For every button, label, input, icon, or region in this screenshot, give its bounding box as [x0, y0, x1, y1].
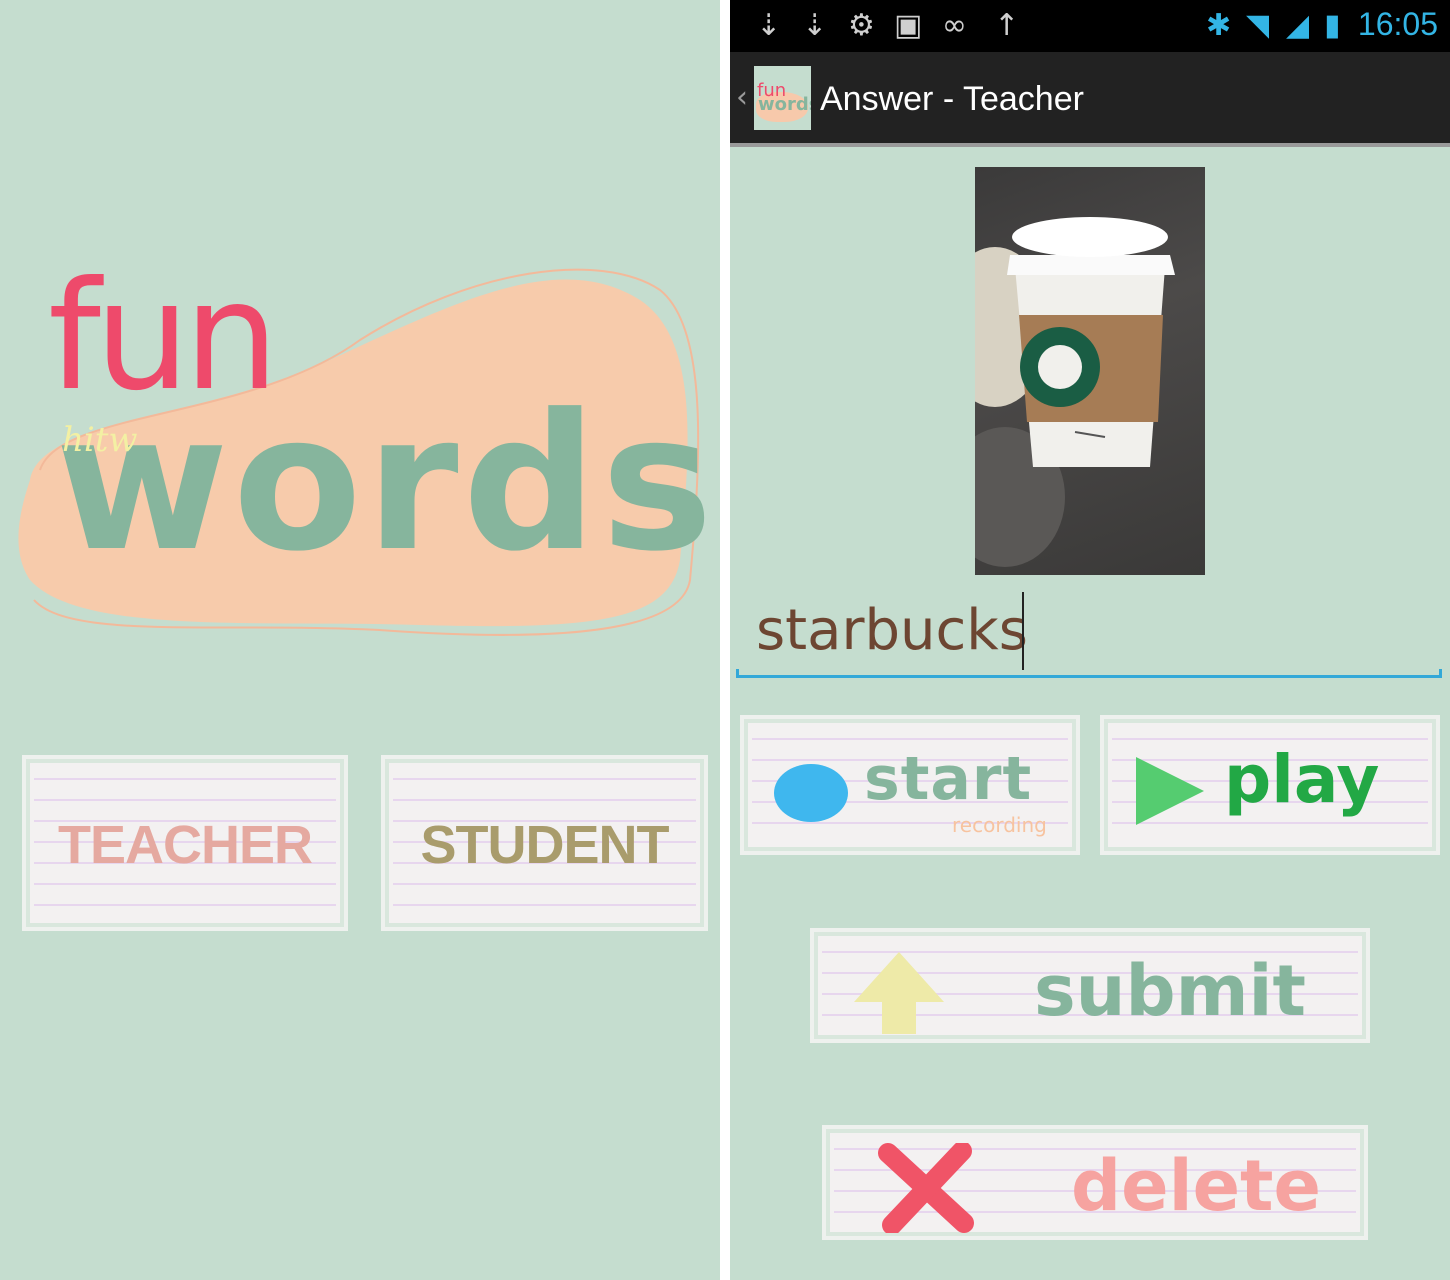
screen-divider: [720, 0, 730, 1280]
recording-label: recording: [952, 813, 1047, 837]
start-recording-button[interactable]: start recording: [740, 715, 1080, 855]
text-caret: [1022, 592, 1024, 670]
answer-word-value: starbucks: [756, 598, 1028, 663]
action-bar: ‹ fun words Answer - Teacher: [730, 52, 1450, 147]
bluetooth-icon: ✱: [1206, 8, 1232, 43]
app-icon[interactable]: fun words: [754, 66, 811, 130]
status-bar: ⇣ ⇣ ⚙ ▣ ∞ ↑ ✱ ◥ ◢ ▮ 16:05: [730, 0, 1450, 52]
submit-button[interactable]: submit: [810, 928, 1370, 1043]
battery-icon: ▮: [1324, 8, 1341, 43]
answer-photo: [975, 167, 1205, 575]
delete-label: delete: [1071, 1145, 1321, 1227]
screen-title: Answer - Teacher: [820, 80, 1084, 118]
play-label: play: [1224, 741, 1380, 818]
arrow-up-icon: [854, 952, 944, 1034]
teacher-button-label: TEACHER: [57, 815, 313, 875]
coffee-cup-image: [975, 217, 1175, 567]
signal-icon: ◢: [1286, 8, 1310, 43]
upload-icon: ↑: [994, 8, 1020, 43]
delete-button[interactable]: delete: [822, 1125, 1368, 1240]
app-icon-words: words: [758, 94, 811, 115]
start-label: start: [864, 744, 1033, 814]
field-underline: [736, 669, 1442, 678]
home-screen: fun words hitw TEACHER STUDENT: [0, 0, 720, 1280]
student-button-label: STUDENT: [420, 815, 670, 875]
submit-label: submit: [1034, 950, 1307, 1032]
record-icon: [774, 764, 848, 822]
answer-screen: ⇣ ⇣ ⚙ ▣ ∞ ↑ ✱ ◥ ◢ ▮ 16:05 ‹ fun words An…: [730, 0, 1450, 1280]
wifi-icon: ◥: [1246, 8, 1270, 43]
android-debug-icon: ⚙: [848, 8, 875, 43]
usb-icon: ⇣: [802, 8, 828, 43]
image-icon: ▣: [894, 8, 923, 43]
logo-hitw-text: hitw: [62, 420, 138, 460]
logo-words-text: words: [55, 374, 718, 593]
student-button[interactable]: STUDENT: [381, 755, 708, 931]
back-chevron-icon[interactable]: ‹: [736, 80, 748, 115]
play-icon: [1136, 757, 1204, 825]
status-time: 16:05: [1357, 6, 1438, 42]
x-icon: [878, 1143, 974, 1233]
teacher-button[interactable]: TEACHER: [22, 755, 348, 931]
answer-word-field[interactable]: starbucks: [736, 592, 1442, 678]
play-button[interactable]: play: [1100, 715, 1440, 855]
voicemail-icon: ∞: [942, 8, 967, 43]
usb-icon: ⇣: [756, 8, 782, 43]
